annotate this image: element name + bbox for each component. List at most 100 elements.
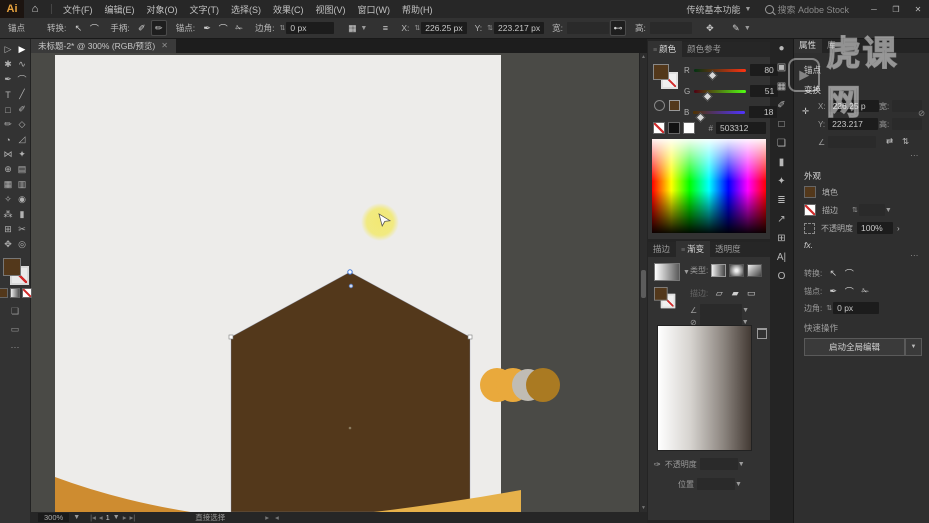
- tab-color-guide[interactable]: 颜色参考: [682, 41, 727, 57]
- scale-tool[interactable]: ◿: [15, 132, 29, 147]
- next-artboard-icon[interactable]: ▸: [123, 513, 127, 522]
- fx-button[interactable]: fx.: [804, 240, 813, 250]
- white-swatch[interactable]: [683, 122, 695, 134]
- lasso-tool[interactable]: ∿: [15, 57, 29, 72]
- corner-field[interactable]: 0 px: [286, 22, 334, 34]
- b-slider-handle[interactable]: [696, 112, 706, 122]
- artboards-panel-icon[interactable]: ⊞: [774, 232, 790, 245]
- chevron-down-icon[interactable]: ▼: [113, 514, 120, 521]
- fill-swatch[interactable]: [653, 64, 669, 80]
- linear-gradient-button[interactable]: [711, 264, 726, 277]
- pencil-tool[interactable]: ✏: [1, 117, 15, 132]
- menu-item[interactable]: 效果(C): [267, 3, 310, 16]
- symbol-sprayer-tool[interactable]: ⁂: [1, 207, 15, 222]
- align-icon[interactable]: ≡: [378, 21, 392, 35]
- tab-color[interactable]: ≡颜色: [648, 41, 682, 57]
- scroll-up-icon[interactable]: ▲: [640, 54, 647, 60]
- brushes-panel-icon[interactable]: ▦: [774, 80, 790, 93]
- screen-mode-icon[interactable]: ▭: [11, 324, 20, 335]
- close-tab-icon[interactable]: ✕: [161, 41, 168, 50]
- opacity-field[interactable]: 100%: [857, 222, 893, 234]
- anchor-point-top[interactable]: [348, 270, 352, 274]
- stroke-within-icon[interactable]: ▱: [712, 286, 726, 300]
- character-panel-icon[interactable]: A|: [774, 251, 790, 264]
- symbols-panel-icon[interactable]: ✐: [774, 99, 790, 112]
- export-panel-icon[interactable]: ↗: [774, 213, 790, 226]
- r-slider-handle[interactable]: [708, 70, 718, 80]
- stepper-icon[interactable]: ⇅: [414, 24, 420, 32]
- workspace-switcher[interactable]: 传统基本功能 ▼: [687, 3, 752, 16]
- paintbrush-tool[interactable]: ✐: [15, 102, 29, 117]
- last-artboard-icon[interactable]: ▸|: [129, 513, 135, 522]
- angle-field[interactable]: [700, 304, 742, 316]
- tab-gradient[interactable]: ≡渐变: [676, 241, 710, 257]
- fill-stroke-proxy[interactable]: [3, 258, 27, 284]
- freeform-gradient-button[interactable]: [747, 264, 762, 277]
- stroke-weight-field[interactable]: [859, 204, 885, 216]
- corner-field[interactable]: 0 px: [833, 302, 879, 314]
- gradient-position-field[interactable]: [697, 478, 735, 490]
- r-slider[interactable]: [694, 69, 746, 72]
- bounding-box-icon[interactable]: ▦: [345, 21, 359, 35]
- stepper-icon[interactable]: ⇅: [826, 304, 832, 312]
- unlink-dimensions-icon[interactable]: ⊘: [918, 108, 925, 119]
- menu-item[interactable]: 视图(V): [310, 3, 352, 16]
- minimize-button[interactable]: ─: [863, 5, 885, 14]
- remove-anchor-icon[interactable]: ⌒: [216, 21, 230, 35]
- color-mode-button[interactable]: [0, 288, 8, 298]
- pen-tool[interactable]: ✒: [1, 72, 15, 87]
- radial-gradient-button[interactable]: [729, 264, 744, 277]
- fill-swatch[interactable]: [804, 186, 816, 198]
- menu-item[interactable]: 文字(T): [184, 3, 226, 16]
- tab-transparency[interactable]: 透明度: [710, 241, 747, 257]
- transform-panel-icon[interactable]: □: [774, 118, 790, 131]
- stroke-along-icon[interactable]: ▰: [728, 286, 742, 300]
- rectangle-tool[interactable]: □: [1, 102, 15, 117]
- artboard-tool[interactable]: ⊞: [1, 222, 15, 237]
- more-tools-button[interactable]: ···: [11, 342, 20, 352]
- curvature-tool[interactable]: ⌒: [15, 72, 29, 87]
- fill-stroke-proxy[interactable]: [653, 64, 679, 88]
- stroke-across-icon[interactable]: ▭: [744, 286, 758, 300]
- close-button[interactable]: ✕: [907, 5, 929, 14]
- anchor-point-left[interactable]: [229, 335, 233, 339]
- none-swatch[interactable]: [653, 122, 665, 134]
- swatches-panel-icon[interactable]: ▣: [774, 61, 790, 74]
- gradient-opacity-field[interactable]: [700, 458, 738, 470]
- tab-libraries[interactable]: 库: [822, 37, 842, 53]
- magic-wand-tool[interactable]: ✱: [1, 57, 15, 72]
- x-field[interactable]: 226.25 p: [829, 100, 879, 112]
- artwork-canvas[interactable]: [30, 53, 640, 512]
- anchor-handle-dot[interactable]: [349, 284, 353, 288]
- document-setup-icon[interactable]: ✎: [729, 21, 743, 35]
- line-segment-tool[interactable]: ╱: [15, 87, 29, 102]
- eyedropper-icon[interactable]: ✑: [654, 460, 661, 469]
- mesh-tool[interactable]: ▦: [1, 177, 15, 192]
- tab-properties[interactable]: 属性: [794, 37, 822, 53]
- first-artboard-icon[interactable]: |◂: [90, 513, 96, 522]
- perspective-grid-tool[interactable]: ▤: [15, 162, 29, 177]
- delete-stop-icon[interactable]: [757, 328, 767, 339]
- type-tool[interactable]: T: [1, 87, 15, 102]
- sun-circle-4[interactable]: [526, 368, 560, 402]
- fill-swatch[interactable]: [654, 287, 668, 301]
- chevron-down-icon[interactable]: ▼: [885, 207, 892, 214]
- y-field[interactable]: 223.217: [828, 118, 878, 130]
- black-swatch[interactable]: [668, 122, 680, 134]
- scrollbar-thumb[interactable]: [641, 270, 646, 298]
- show-handles-icon[interactable]: ✐: [135, 21, 149, 35]
- global-edit-dropdown[interactable]: ▼: [905, 338, 922, 356]
- menu-item[interactable]: 编辑(E): [99, 3, 141, 16]
- direct-selection-tool[interactable]: ▶: [15, 42, 29, 57]
- flip-vertical-icon[interactable]: ⇅: [902, 136, 909, 147]
- zoom-level-field[interactable]: 300%: [38, 513, 69, 522]
- g-slider[interactable]: [694, 90, 746, 93]
- chevron-right-icon[interactable]: ›: [897, 224, 900, 233]
- vertical-scrollbar[interactable]: ▲ ▼: [639, 53, 647, 512]
- menu-item[interactable]: 对象(O): [141, 3, 184, 16]
- color-spectrum[interactable]: [652, 139, 766, 233]
- prev-artboard-icon[interactable]: ◂: [99, 513, 103, 522]
- cut-path-icon[interactable]: ✁: [858, 284, 872, 298]
- selection-tool[interactable]: ▷: [1, 42, 15, 57]
- add-anchor-icon[interactable]: ✒: [200, 21, 214, 35]
